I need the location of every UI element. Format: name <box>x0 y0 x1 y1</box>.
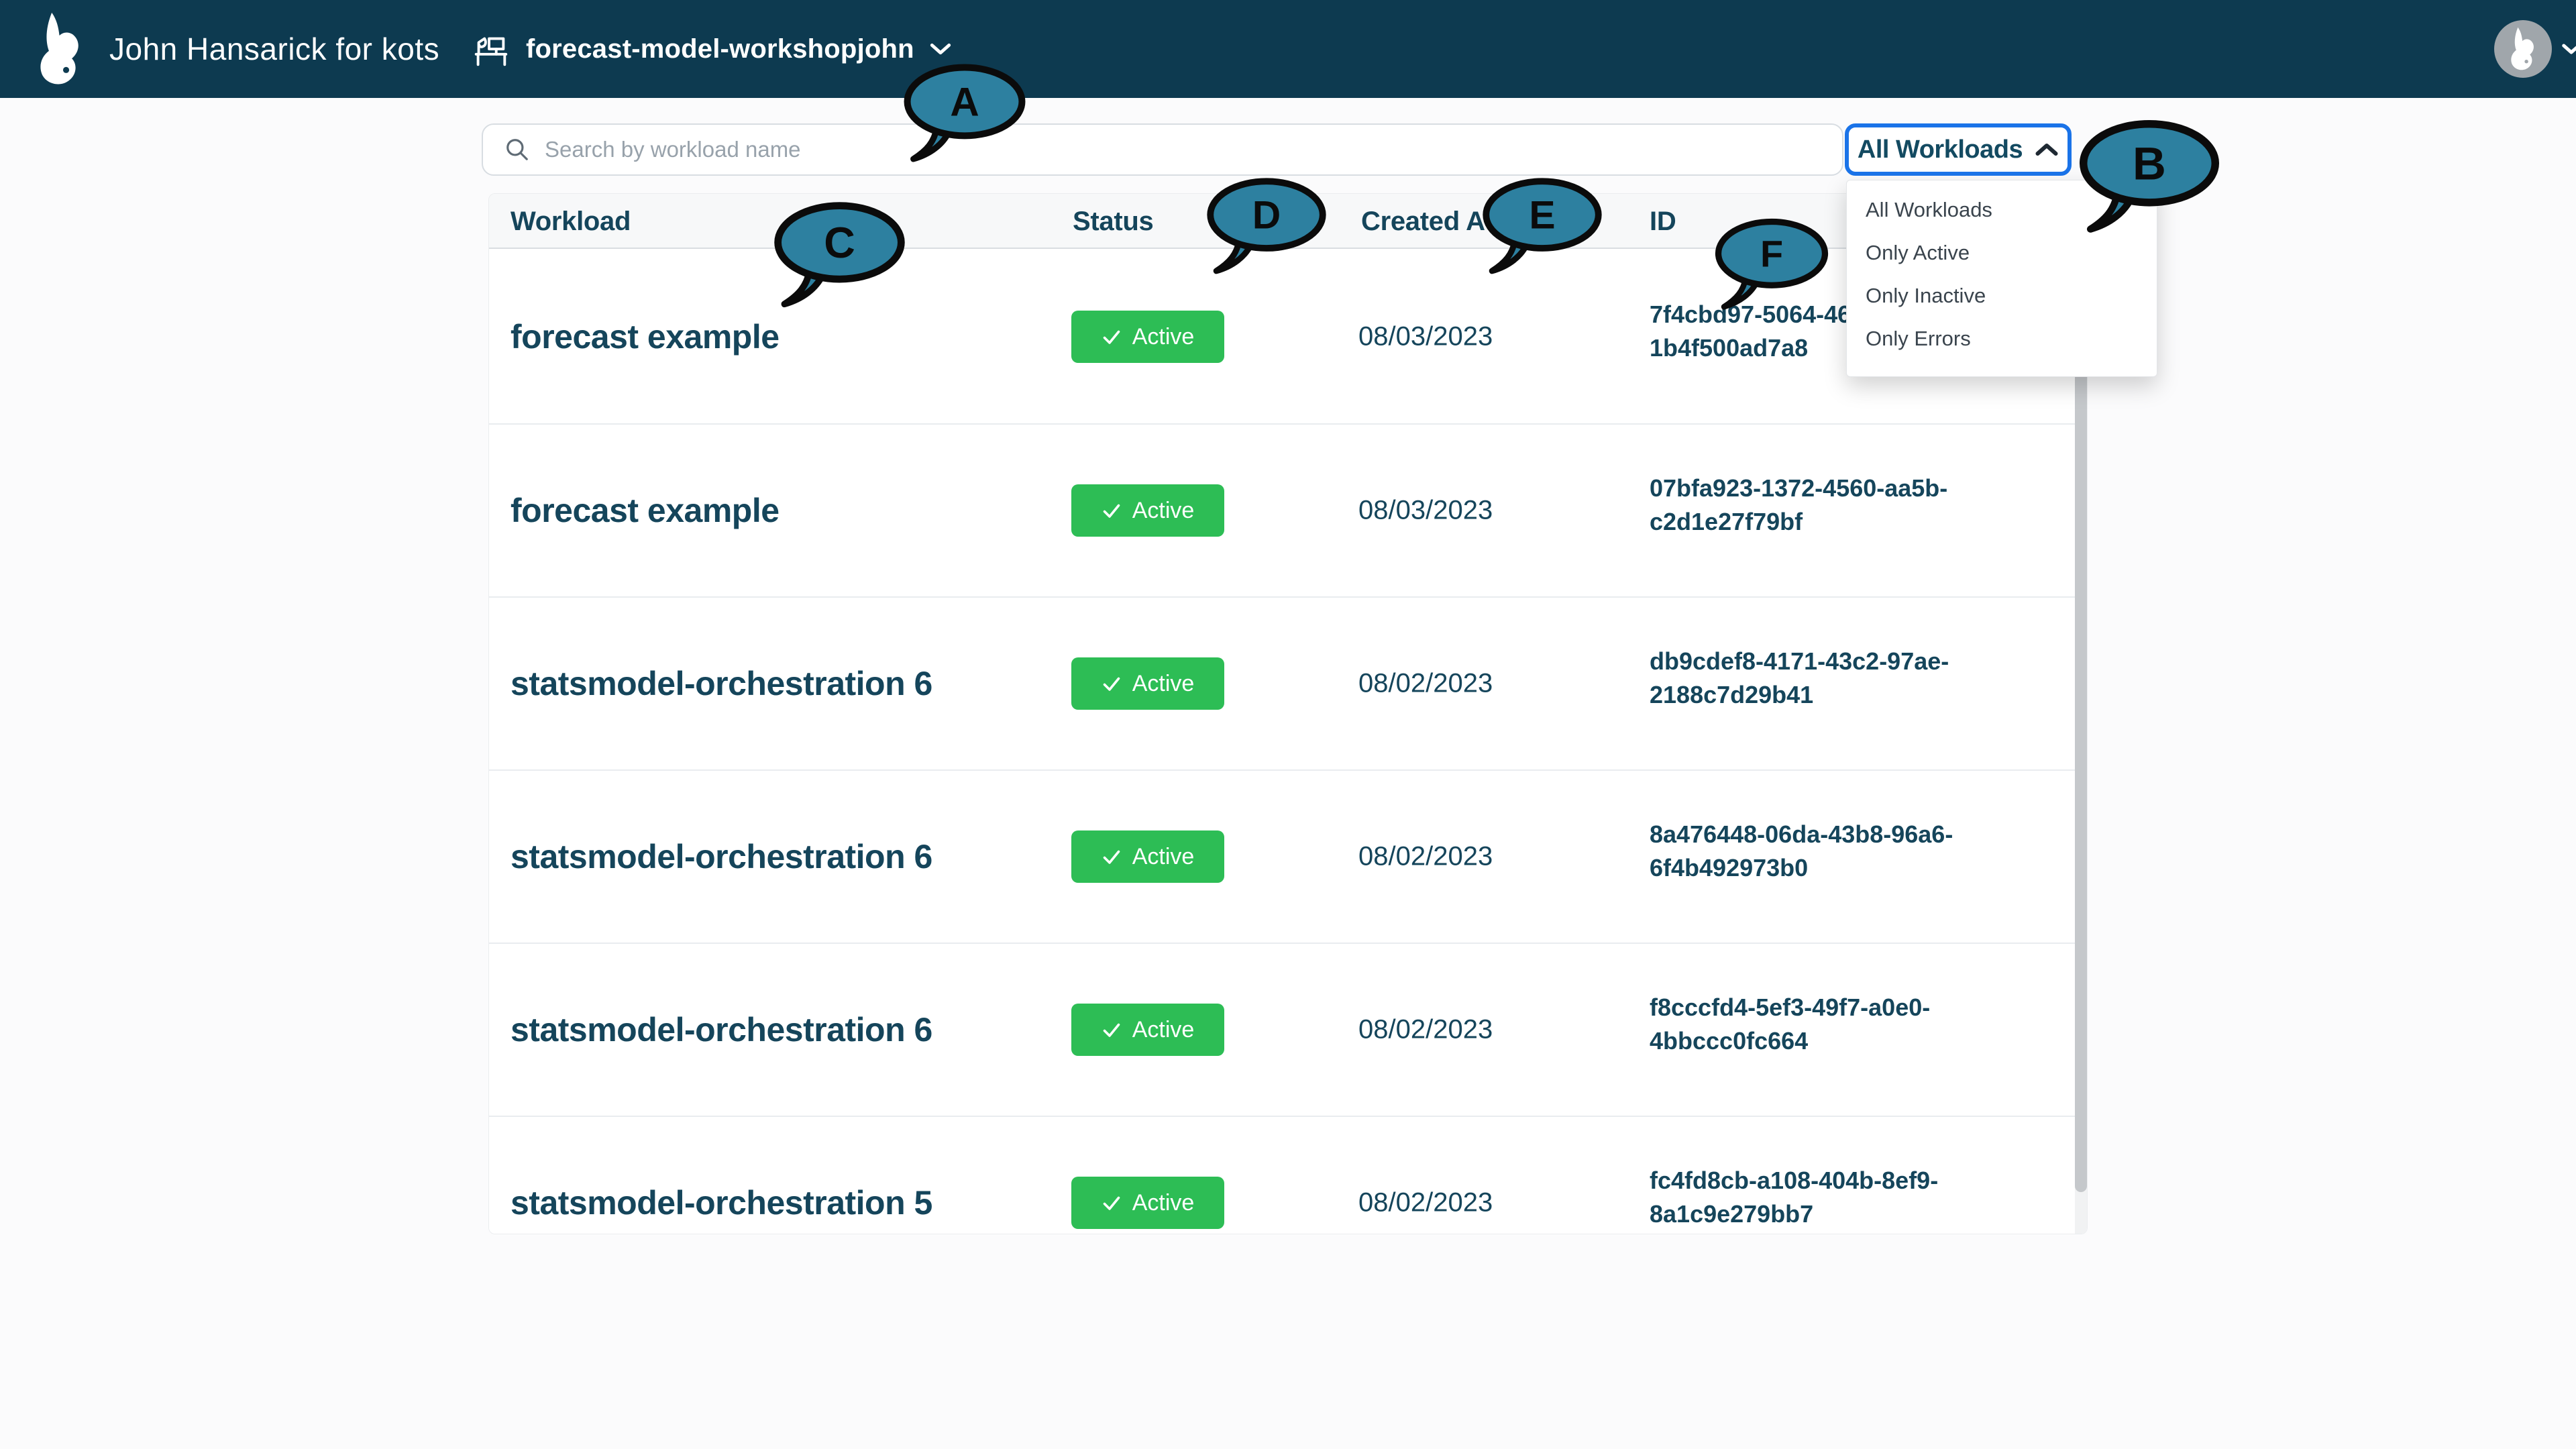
status-label: Active <box>1132 1189 1195 1216</box>
workspace-desk-icon <box>474 37 508 66</box>
search-icon <box>506 139 528 160</box>
check-icon <box>1103 330 1120 344</box>
brand-logo-rabbit-icon <box>40 12 78 85</box>
status-label: Active <box>1132 843 1195 869</box>
status-badge: Active <box>1071 311 1224 363</box>
brand-title: John Hansarick for kots <box>109 32 440 66</box>
workload-id-line2: 4bbccc0fc664 <box>1650 1027 1809 1055</box>
workload-id-line1: f8cccfd4-5ef3-49f7-a0e0- <box>1650 994 1931 1021</box>
workload-name: statsmodel-orchestration 6 <box>511 1011 932 1049</box>
workload-id: 8a476448-06da-43b8-96a6- 6f4b492973b0 <box>1650 818 1953 885</box>
workload-id: fc4fd8cb-a108-404b-8ef9- 8a1c9e279bb7 <box>1650 1164 1938 1231</box>
table-row[interactable]: statsmodel-orchestration 6 Active 08/02/… <box>489 596 2087 769</box>
workload-name: statsmodel-orchestration 5 <box>511 1184 932 1222</box>
status-label: Active <box>1132 1016 1195 1042</box>
workload-name: forecast example <box>511 492 780 529</box>
workload-id-line1: db9cdef8-4171-43c2-97ae- <box>1650 647 1949 675</box>
table-scrollbar-thumb[interactable] <box>2075 253 2087 1192</box>
check-icon <box>1103 850 1120 864</box>
status-badge: Active <box>1071 1177 1224 1229</box>
menu-item-only-errors[interactable]: Only Errors <box>1847 317 2157 360</box>
workload-name: statsmodel-orchestration 6 <box>511 665 932 702</box>
created-at: 08/03/2023 <box>1358 495 1493 525</box>
status-label: Active <box>1132 670 1195 696</box>
table-row[interactable]: statsmodel-orchestration 5 Active 08/02/… <box>489 1116 2087 1234</box>
workload-id-line1: 07bfa923-1372-4560-aa5b- <box>1650 474 1948 502</box>
search-input[interactable] <box>545 137 1842 162</box>
workload-filter-menu: All Workloads Only Active Only Inactive … <box>1846 180 2157 377</box>
avatar-chevron-down-icon <box>2562 44 2576 54</box>
filter-button-label: All Workloads <box>1857 135 2023 164</box>
column-header-created-at: Created At <box>1361 206 1494 236</box>
created-at: 08/02/2023 <box>1358 1187 1493 1218</box>
created-at: 08/02/2023 <box>1358 841 1493 871</box>
workload-id: db9cdef8-4171-43c2-97ae- 2188c7d29b41 <box>1650 645 1949 712</box>
chevron-down-icon <box>930 43 951 55</box>
status-label: Active <box>1132 323 1195 350</box>
table-row[interactable]: statsmodel-orchestration 6 Active 08/02/… <box>489 943 2087 1116</box>
menu-item-only-active[interactable]: Only Active <box>1847 231 2157 274</box>
workload-name: forecast example <box>511 318 780 356</box>
check-icon <box>1103 677 1120 691</box>
workspace-name: forecast-model-workshopjohn <box>526 34 914 64</box>
workload-id: f8cccfd4-5ef3-49f7-a0e0- 4bbccc0fc664 <box>1650 991 1930 1058</box>
status-badge: Active <box>1071 484 1224 537</box>
status-badge: Active <box>1071 1004 1224 1056</box>
user-avatar <box>2494 20 2552 78</box>
status-badge: Active <box>1071 657 1224 710</box>
workspace-selector[interactable]: forecast-model-workshopjohn <box>470 0 952 98</box>
workload-id-line2: 6f4b492973b0 <box>1650 854 1809 881</box>
menu-item-only-inactive[interactable]: Only Inactive <box>1847 274 2157 317</box>
search-box <box>482 123 1843 176</box>
workload-filter-button[interactable]: All Workloads <box>1845 123 2072 176</box>
chevron-up-icon <box>2035 144 2058 156</box>
created-at: 08/02/2023 <box>1358 668 1493 698</box>
workload-id-line2: 2188c7d29b41 <box>1650 681 1814 708</box>
menu-item-all-workloads[interactable]: All Workloads <box>1847 189 2157 231</box>
table-row[interactable]: forecast example Active 08/03/2023 07bfa… <box>489 423 2087 596</box>
table-body: forecast example Active 08/03/2023 7f4cb… <box>489 250 2087 1234</box>
table-row[interactable]: statsmodel-orchestration 6 Active 08/02/… <box>489 769 2087 943</box>
column-header-id: ID <box>1650 206 1676 236</box>
column-header-workload: Workload <box>511 206 631 236</box>
app-header: John Hansarick for kots forecast-model-w… <box>0 0 2576 98</box>
workload-id-line2: 8a1c9e279bb7 <box>1650 1200 1814 1228</box>
column-header-status: Status <box>1073 206 1154 236</box>
status-label: Active <box>1132 497 1195 523</box>
workload-id-line1: fc4fd8cb-a108-404b-8ef9- <box>1650 1167 1939 1194</box>
workload-id-line2: c2d1e27f79bf <box>1650 508 1803 535</box>
user-menu[interactable] <box>2494 0 2576 98</box>
workload-id: 07bfa923-1372-4560-aa5b- c2d1e27f79bf <box>1650 472 1947 539</box>
check-icon <box>1103 504 1120 518</box>
check-icon <box>1103 1023 1120 1037</box>
avatar-rabbit-icon <box>2511 27 2534 70</box>
workload-id-line1: 8a476448-06da-43b8-96a6- <box>1650 820 1953 848</box>
created-at: 08/03/2023 <box>1358 321 1493 352</box>
created-at: 08/02/2023 <box>1358 1014 1493 1044</box>
status-badge: Active <box>1071 830 1224 883</box>
workload-name: statsmodel-orchestration 6 <box>511 838 932 875</box>
check-icon <box>1103 1196 1120 1210</box>
